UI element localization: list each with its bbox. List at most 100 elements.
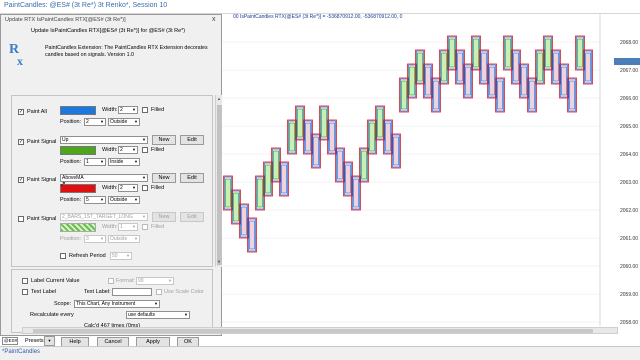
up-candle: [257, 178, 263, 208]
chart-scrollbar-thumb[interactable]: [33, 329, 593, 333]
recalculate-label: Recalculate every: [30, 312, 74, 318]
close-icon[interactable]: x: [212, 16, 216, 23]
signals-panel: ✓ Paint All Width: 2 ▼ Filled Position: 2…: [11, 95, 213, 267]
signal-target-width-select[interactable]: 1 ▼: [118, 223, 138, 231]
format-checkbox[interactable]: [108, 278, 114, 284]
width-label: Width:: [102, 147, 118, 153]
chart-horizontal-scrollbar[interactable]: [22, 327, 618, 334]
format-select[interactable]: 99 ▼: [136, 277, 174, 285]
dialog-description: PaintCandles Extension: The PaintCandles…: [45, 45, 208, 58]
signal-up-new-button[interactable]: New: [152, 135, 176, 145]
position-label: Position:: [60, 119, 82, 125]
symbol-selector[interactable]: @ES#: [2, 337, 18, 345]
signal-abovema-new-button[interactable]: New: [152, 173, 176, 183]
down-candle: [345, 164, 351, 194]
text-label-input[interactable]: [112, 288, 152, 296]
signal-target-color-swatch[interactable]: [60, 223, 96, 232]
scrollbar-thumb[interactable]: [217, 105, 222, 265]
up-candle: [505, 38, 511, 68]
paint-all-color-swatch[interactable]: [60, 106, 96, 115]
down-candle: [529, 80, 535, 110]
price-tick-label: 2062.00: [620, 208, 638, 214]
up-candle: [377, 108, 383, 138]
down-candle: [425, 66, 431, 96]
dialog-header: Update IsPaintCandles RTX[@ES# (3t Re*)]…: [31, 28, 186, 34]
chart-area[interactable]: 2068.00 2067.00 2066.00 2065.00 2064.00 2063.…: [222, 14, 640, 346]
down-candle: [241, 206, 247, 236]
signal-abovema-width-select[interactable]: 2 ▼: [118, 184, 138, 192]
signal-abovema-position-select[interactable]: 5 ▼: [84, 196, 106, 204]
down-candle: [481, 52, 487, 82]
signal-abovema-placement-select[interactable]: Outside ▼: [108, 196, 140, 204]
paint-signal-label: Paint Signal: [27, 216, 57, 222]
paint-signal-abovema-checkbox[interactable]: ✓: [18, 177, 24, 183]
filled-label: Filled: [151, 185, 165, 191]
paint-all-placement-select[interactable]: Outside ▼: [108, 118, 140, 126]
app-title-bar: PaintCandles: @ES# (3t Re*) 3t Renko*, S…: [0, 0, 640, 14]
mouse-pointer-icon: ➚: [60, 181, 66, 188]
signal-target-edit-button[interactable]: Edit: [180, 212, 204, 222]
signal-target-new-button[interactable]: New: [152, 212, 176, 222]
up-candle: [545, 38, 551, 68]
text-label-label: Text Label: [31, 289, 57, 295]
signal-abovema-select[interactable]: AboveMA ▼: [60, 174, 148, 182]
signal-up-width-select[interactable]: 2 ▼: [118, 146, 138, 154]
label-current-value-label: Label Current Value: [31, 278, 80, 284]
down-candle: [521, 66, 527, 96]
label-current-value-checkbox[interactable]: [22, 278, 28, 284]
signal-target-placement-select[interactable]: Outside ▼: [108, 235, 140, 243]
paint-signal-up-checkbox[interactable]: ✓: [18, 139, 24, 145]
current-price-marker: [614, 58, 640, 65]
signal-up-select[interactable]: Up ▼: [60, 136, 148, 144]
app-title: PaintCandles: @ES# (3t Re*) 3t Renko*, S…: [4, 2, 168, 9]
use-scale-color-label: Use Scale Color: [164, 289, 204, 295]
width-label: Width:: [102, 224, 118, 230]
paint-all-filled-checkbox[interactable]: [142, 107, 148, 113]
use-scale-color-checkbox[interactable]: [156, 289, 162, 295]
up-candle: [265, 164, 271, 194]
paint-all-position-select[interactable]: 2 ▼: [84, 118, 106, 126]
down-candle: [281, 164, 287, 194]
up-candle: [369, 122, 375, 152]
signal-up-edit-button[interactable]: Edit: [180, 135, 204, 145]
paint-all-width-select[interactable]: 2 ▼: [118, 106, 138, 114]
refresh-period-select[interactable]: 50 ▼: [110, 252, 132, 260]
up-candle: [233, 192, 239, 222]
paint-signal-label: Paint Signal: [27, 177, 57, 183]
up-candle: [537, 52, 543, 82]
up-candle: [417, 52, 423, 82]
filled-label: Filled: [151, 147, 165, 153]
signal-up-color-swatch[interactable]: [60, 146, 96, 155]
signals-scrollbar[interactable]: ▲ ▼: [215, 95, 222, 267]
scroll-down-icon[interactable]: ▼: [217, 259, 221, 264]
down-candle: [513, 52, 519, 82]
position-label: Position:: [60, 159, 82, 165]
down-candle: [313, 136, 319, 166]
recalculate-select[interactable]: use defaults ▼: [126, 311, 190, 319]
signal-abovema-filled-checkbox[interactable]: [142, 185, 148, 191]
scroll-up-icon[interactable]: ▲: [217, 96, 221, 101]
price-tick-label: 2059.00: [620, 292, 638, 298]
signal-target-select[interactable]: 2_BARS_1ST_TARGET_LONG ▼: [60, 213, 148, 221]
signal-abovema-edit-button[interactable]: Edit: [180, 173, 204, 183]
text-label-checkbox[interactable]: [22, 289, 28, 295]
presets-dropdown-icon[interactable]: ▼: [44, 336, 55, 346]
tab-paintcandles[interactable]: *PaintCandles: [2, 349, 40, 355]
down-candle: [465, 66, 471, 96]
up-candle: [273, 150, 279, 180]
signal-up-filled-checkbox[interactable]: [142, 147, 148, 153]
signal-target-position-select[interactable]: 3 ▼: [84, 235, 106, 243]
signal-up-position-select[interactable]: 1 ▼: [84, 158, 106, 166]
options-panel: Label Current Value Format: 99 ▼ Text Lab…: [11, 269, 213, 333]
paint-all-checkbox[interactable]: ✓: [18, 109, 24, 115]
down-candle: [329, 122, 335, 152]
price-tick-label: 2064.00: [620, 152, 638, 158]
paint-signal-target-checkbox[interactable]: [18, 216, 24, 222]
scope-select[interactable]: This Chart, Any Instrument ▼: [74, 300, 160, 308]
signal-up-placement-select[interactable]: Inside ▼: [108, 158, 140, 166]
candle-chart[interactable]: 2068.00 2067.00 2066.00 2065.00 2064.00 2063.…: [222, 14, 640, 346]
signal-target-filled-checkbox[interactable]: [142, 224, 148, 230]
down-candle: [569, 80, 575, 110]
text-label-field-label: Text Label:: [84, 289, 111, 295]
refresh-period-checkbox[interactable]: [60, 253, 66, 259]
